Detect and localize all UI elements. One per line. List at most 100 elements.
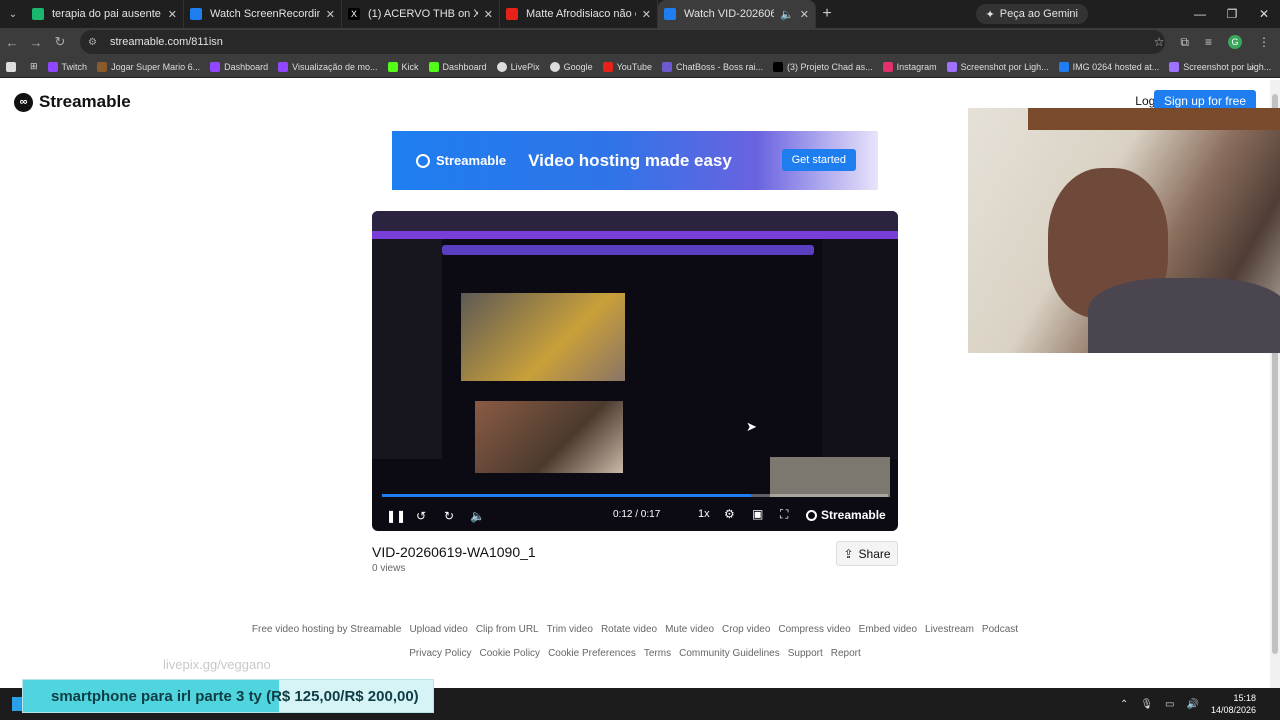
bookmark-favicon [97, 61, 108, 72]
extensions-icon[interactable]: ⧉ [1180, 35, 1189, 50]
bookmark-item[interactable]: Kick [387, 61, 419, 72]
volume-icon[interactable]: 🔈 [470, 509, 485, 523]
bookmark-item[interactable]: Screenshot por Ligh... [946, 61, 1049, 72]
bookmark-item[interactable]: Dashboard [210, 61, 268, 72]
bookmark-item[interactable]: Twitch [47, 61, 87, 72]
close-tab-icon[interactable]: ✕ [800, 8, 809, 21]
menu-icon[interactable]: ⋮ [1258, 35, 1270, 49]
url-field[interactable]: ⚙ streamable.com/811isn [80, 30, 1165, 54]
footer-link[interactable]: Privacy Policy [409, 648, 471, 659]
system-tray: ⌃ 🎙 ▭ 🔊 15:18 14/08/2026 [1120, 688, 1256, 720]
chevron-up-icon[interactable]: ⌃ [1120, 699, 1128, 710]
restore-icon[interactable]: ❐ [1216, 0, 1248, 28]
bookmark-item[interactable]: Google [549, 61, 593, 72]
speed-button[interactable]: 1x [698, 508, 710, 520]
bookmark-item[interactable]: IMG 0264 hosted at... [1058, 61, 1159, 72]
webcam-ceiling [1028, 108, 1280, 130]
footer-link[interactable]: Rotate video [601, 624, 657, 635]
video-progress-bar[interactable] [382, 494, 888, 497]
browser-tab[interactable]: X (1) ACERVO THB on X: " URG ✕ [342, 0, 500, 28]
reload-icon[interactable]: ↻ [48, 34, 72, 50]
back-icon[interactable]: ← [0, 35, 24, 50]
bookmark-item[interactable]: Screenshot por Ligh... [1169, 61, 1271, 72]
settings-gear-icon[interactable]: ⚙ [724, 507, 735, 521]
fullscreen-icon[interactable]: ⛶ [780, 507, 788, 522]
star-icon[interactable]: ☆ [1154, 35, 1165, 49]
address-toolbar: ← → ↻ ⚙ streamable.com/811isn ☆ ⧉ ≡ G ⋮ [0, 28, 1280, 56]
apps-icon[interactable]: ⊞ [30, 61, 38, 72]
footer-link[interactable]: Podcast [982, 624, 1018, 635]
bookmark-item[interactable]: Instagram [882, 61, 937, 72]
speaker-icon[interactable]: 🔈 [780, 8, 794, 21]
get-started-button[interactable]: Get started [781, 149, 856, 171]
tab-favicon [506, 8, 518, 20]
footer-link[interactable]: Mute video [665, 624, 714, 635]
video-player[interactable]: ❚❚ ↺ ↻ 🔈 0:12 / 0:17 1x ⚙ ▣ ⛶ Streamable… [372, 211, 898, 531]
picture-in-picture-icon[interactable]: ▣ [752, 507, 763, 521]
footer-link[interactable]: Crop video [722, 624, 770, 635]
streamable-logo[interactable]: ∞ Streamable [14, 92, 131, 112]
player-watermark[interactable]: Streamable [806, 508, 886, 522]
rewind-icon[interactable]: ↺ [414, 509, 428, 523]
bookmark-item[interactable]: LivePix [496, 61, 540, 72]
close-window-icon[interactable]: ✕ [1248, 0, 1280, 28]
bookmark-item[interactable]: ChatBoss - Boss rai... [662, 61, 763, 72]
microphone-icon[interactable]: 🎙 [1140, 699, 1153, 710]
streamer-webcam [968, 108, 1280, 353]
bookmark-favicon [47, 61, 58, 72]
bookmark-item[interactable]: YouTube [602, 61, 652, 72]
pause-icon[interactable]: ❚❚ [386, 509, 406, 523]
site-info-icon[interactable]: ⚙ [88, 37, 102, 48]
footer-link[interactable]: Upload video [409, 624, 467, 635]
footer-link[interactable]: Cookie Policy [479, 648, 540, 659]
video-title: VID-20260619-WA1090_1 [372, 544, 536, 560]
promo-banner[interactable]: Streamable Video hosting made easy Get s… [392, 131, 878, 190]
bookmark-item[interactable]: Dashboard [428, 61, 487, 72]
footer-link[interactable]: Free video hosting by Streamable [252, 624, 402, 635]
browser-tab[interactable]: Watch ScreenRecording_08-01- ✕ [184, 0, 342, 28]
new-tab-icon[interactable]: + [816, 5, 838, 23]
minimize-icon[interactable]: — [1184, 0, 1216, 28]
close-tab-icon[interactable]: ✕ [168, 8, 177, 21]
footer-link[interactable]: Cookie Preferences [548, 648, 636, 659]
bookmark-favicon [496, 61, 507, 72]
network-icon[interactable]: ▭ [1165, 699, 1174, 710]
footer-link[interactable]: Support [788, 648, 823, 659]
tab-favicon: X [348, 8, 360, 20]
close-tab-icon[interactable]: ✕ [326, 8, 335, 21]
toolbar-actions: ☆ ⧉ ≡ G ⋮ [1154, 28, 1270, 56]
bookmark-item[interactable]: Jogar Super Mario 6... [97, 61, 200, 72]
browser-tab[interactable]: Matte Afrodisiaco não estava co ✕ [500, 0, 658, 28]
gemini-button[interactable]: ✦ Peça ao Gemini [975, 4, 1088, 24]
footer-link[interactable]: Embed video [859, 624, 917, 635]
tab-favicon [190, 8, 202, 20]
bookmark-folder-icon[interactable] [6, 61, 20, 72]
tab-search-chevron-icon[interactable]: ⌄ [0, 0, 26, 28]
forward-skip-icon[interactable]: ↻ [442, 509, 456, 523]
footer-link[interactable]: Community Guidelines [679, 648, 780, 659]
livepix-link-overlay: livepix.gg/veggano [163, 657, 271, 672]
footer-link[interactable]: Compress video [778, 624, 850, 635]
profile-avatar[interactable]: G [1228, 35, 1242, 49]
bookmarks-overflow-icon[interactable]: » [1249, 62, 1254, 72]
browser-tab-active[interactable]: Watch VID-20260619-WA1 🔈 ✕ [658, 0, 816, 28]
browser-tab[interactable]: terapia do pai ausente - Imgur ✕ [26, 0, 184, 28]
taskbar-clock[interactable]: 15:18 14/08/2026 [1211, 692, 1256, 716]
bookmark-favicon [549, 61, 560, 72]
footer-link[interactable]: Terms [644, 648, 671, 659]
footer-link[interactable]: Trim video [547, 624, 593, 635]
close-tab-icon[interactable]: ✕ [484, 8, 493, 21]
volume-icon[interactable]: 🔊 [1187, 699, 1199, 710]
forward-icon[interactable]: → [24, 35, 48, 50]
footer-link[interactable]: Report [831, 648, 861, 659]
footer-links-row: Free video hosting by Streamable Upload … [0, 624, 1270, 635]
bookmark-item[interactable]: Visualização de mo... [278, 61, 378, 72]
footer-link[interactable]: Livestream [925, 624, 974, 635]
browser-tab-bar: ⌄ terapia do pai ausente - Imgur ✕ Watch… [0, 0, 1280, 28]
share-button[interactable]: ⇪ Share [836, 541, 898, 566]
footer-link[interactable]: Clip from URL [476, 624, 539, 635]
reading-list-icon[interactable]: ≡ [1205, 35, 1212, 49]
webcam-person-shirt [1088, 278, 1280, 353]
close-tab-icon[interactable]: ✕ [642, 8, 651, 21]
bookmark-item[interactable]: (3) Projeto Chad as... [773, 61, 873, 72]
